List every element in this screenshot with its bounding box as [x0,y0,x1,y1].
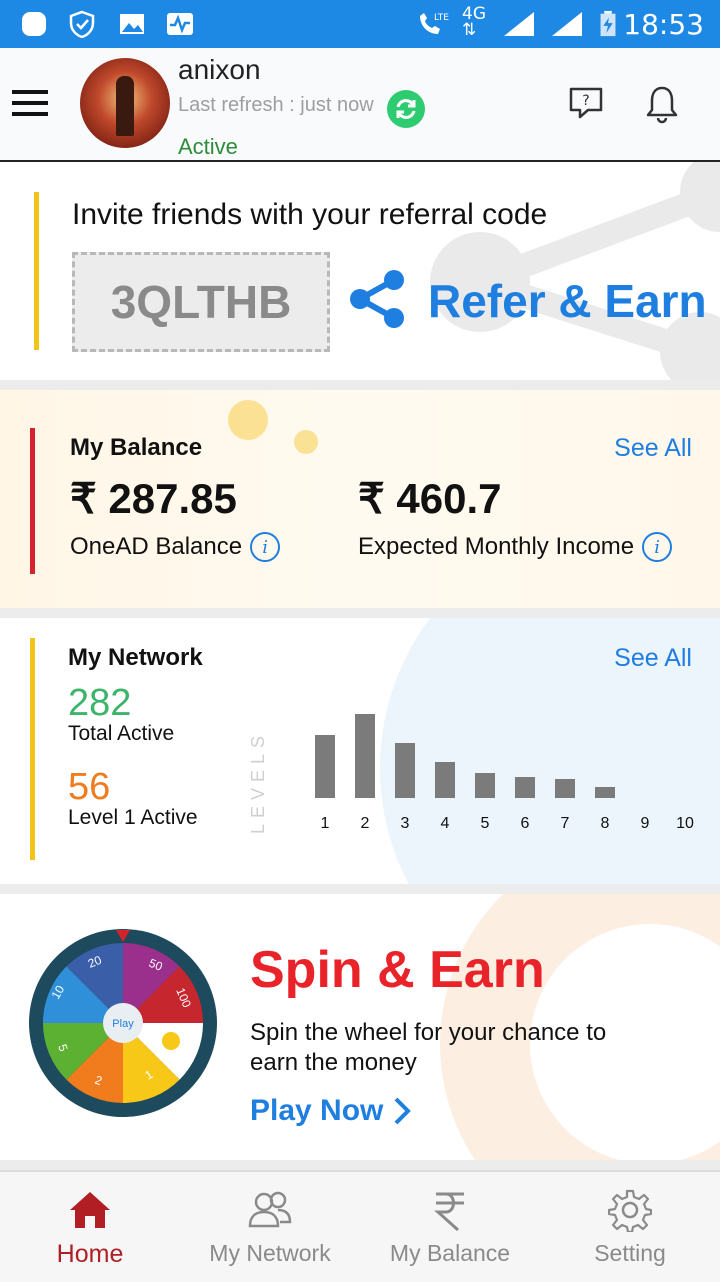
balance-accent-bar [30,428,35,574]
referral-title: Invite friends with your referral code [72,198,548,231]
wheel-center-label: Play [112,1018,134,1030]
expected-income-label-row: Expected Monthly Income i [358,532,673,562]
total-active-label: Total Active [68,722,175,745]
level-tick-9: 9 [640,815,650,832]
level-bar-2 [355,714,375,798]
network-see-all-link[interactable]: See All [614,644,692,673]
expected-income-amount: ₹ 460.7 [358,475,502,522]
level-bar-3 [395,743,415,798]
status-bar: LTE 4G ⇅ 18:53 [0,0,720,48]
signal-icon-2 [552,12,582,36]
hamburger-menu-icon[interactable] [12,90,48,116]
tab-setting[interactable]: Setting [540,1172,720,1282]
lte-call-icon: LTE [420,13,449,34]
clock: 18:53 [623,8,704,41]
coin-icon [162,1032,180,1050]
spin-card: Play 50 100 1 2 5 10 20 Spin & Earn Spin… [0,894,720,1160]
onead-balance-amount: ₹ 287.85 [70,475,237,522]
spin-title: Spin & Earn [250,941,545,999]
tab-my-balance-label: My Balance [389,1240,511,1266]
level-tick-4: 4 [440,815,450,832]
avatar[interactable] [80,58,170,148]
level-bar-5 [475,773,495,798]
battery-charging-icon [600,10,616,37]
refer-earn-button[interactable]: Refer & Earn [428,274,707,328]
levels-axis-label: LEVELS [248,729,268,834]
network-type-label: 4G [462,4,486,24]
network-title: My Network [68,644,203,671]
level-bar-4 [435,762,455,798]
level-tick-7: 7 [560,815,570,832]
balance-see-all-link[interactable]: See All [614,434,692,463]
network-type: 4G ⇅ [462,4,486,40]
bell-icon[interactable] [644,84,680,124]
coin-decoration-icon [228,400,318,454]
image-icon [120,14,144,34]
level-bar-7 [555,779,575,798]
spin-description: Spin the wheel for your chance to earn t… [250,1019,607,1076]
referral-accent-bar [34,192,39,350]
referral-card: Invite friends with your referral code 3… [0,162,720,380]
level-tick-1: 1 [320,815,330,832]
gear-icon [608,1189,652,1232]
share-watermark-icon [430,162,720,380]
network-accent-bar [30,638,35,860]
level-bar-1 [315,735,335,798]
refresh-icon [396,99,416,119]
levels-bar-chart: 1 2 3 4 5 6 7 8 9 10 [305,698,705,832]
level1-active-count: 56 [68,766,111,808]
referral-code[interactable]: 3QLTHB [72,252,330,352]
rupee-icon [434,1192,464,1232]
activity-icon [167,13,193,35]
tab-my-network-label: My Network [209,1240,331,1266]
level-tick-6: 6 [520,815,530,832]
help-chat-icon[interactable]: ? [568,86,604,120]
expected-income-label: Expected Monthly Income [358,533,635,560]
level1-active-label: Level 1 Active [68,806,198,829]
tab-home-label: Home [56,1240,124,1268]
share-icon[interactable] [346,268,408,330]
play-now-button[interactable]: Play Now [250,1094,412,1128]
level-tick-2: 2 [360,815,370,832]
tab-home[interactable]: Home [0,1172,180,1282]
spin-wheel-icon[interactable]: Play 50 100 1 2 5 10 20 [28,928,218,1118]
level-tick-5: 5 [480,815,490,832]
refresh-button[interactable] [387,90,425,128]
tab-my-balance[interactable]: My Balance [360,1172,540,1282]
tab-my-network[interactable]: My Network [180,1172,360,1282]
level-tick-8: 8 [600,815,610,832]
signal-icon [504,12,534,36]
svg-text:?: ? [582,93,589,109]
shield-check-icon [69,10,95,38]
bottom-tab-bar: Home My Network My Balance Setting [0,1170,720,1282]
app-notification-icon [22,12,46,36]
chevron-right-icon [394,1097,412,1125]
status-active-label: Active [178,134,238,159]
onead-balance-label-row: OneAD Balance i [70,532,281,562]
level-tick-10: 10 [676,815,694,832]
play-now-label: Play Now [250,1094,384,1127]
total-active-count: 282 [68,682,132,724]
last-refresh-text: Last refresh : just now [178,94,374,116]
username: anixon [178,54,261,85]
balance-title: My Balance [70,434,203,461]
level-tick-3: 3 [400,815,410,832]
balance-card: My Balance See All ₹ 287.85 ₹ 460.7 OneA… [0,390,720,608]
level-bar-8 [595,787,615,798]
level-bar-6 [515,777,535,798]
info-icon[interactable]: i [250,532,281,562]
lte-label: LTE [434,13,449,23]
onead-balance-label: OneAD Balance [70,533,243,560]
tab-setting-label: Setting [594,1240,666,1266]
app-header: anixon Last refresh : just now Active ? [0,48,720,162]
info-icon[interactable]: i [642,532,673,562]
home-icon [70,1192,110,1228]
network-icon [248,1191,292,1228]
network-card: My Network See All 282 Total Active 56 L… [0,618,720,884]
